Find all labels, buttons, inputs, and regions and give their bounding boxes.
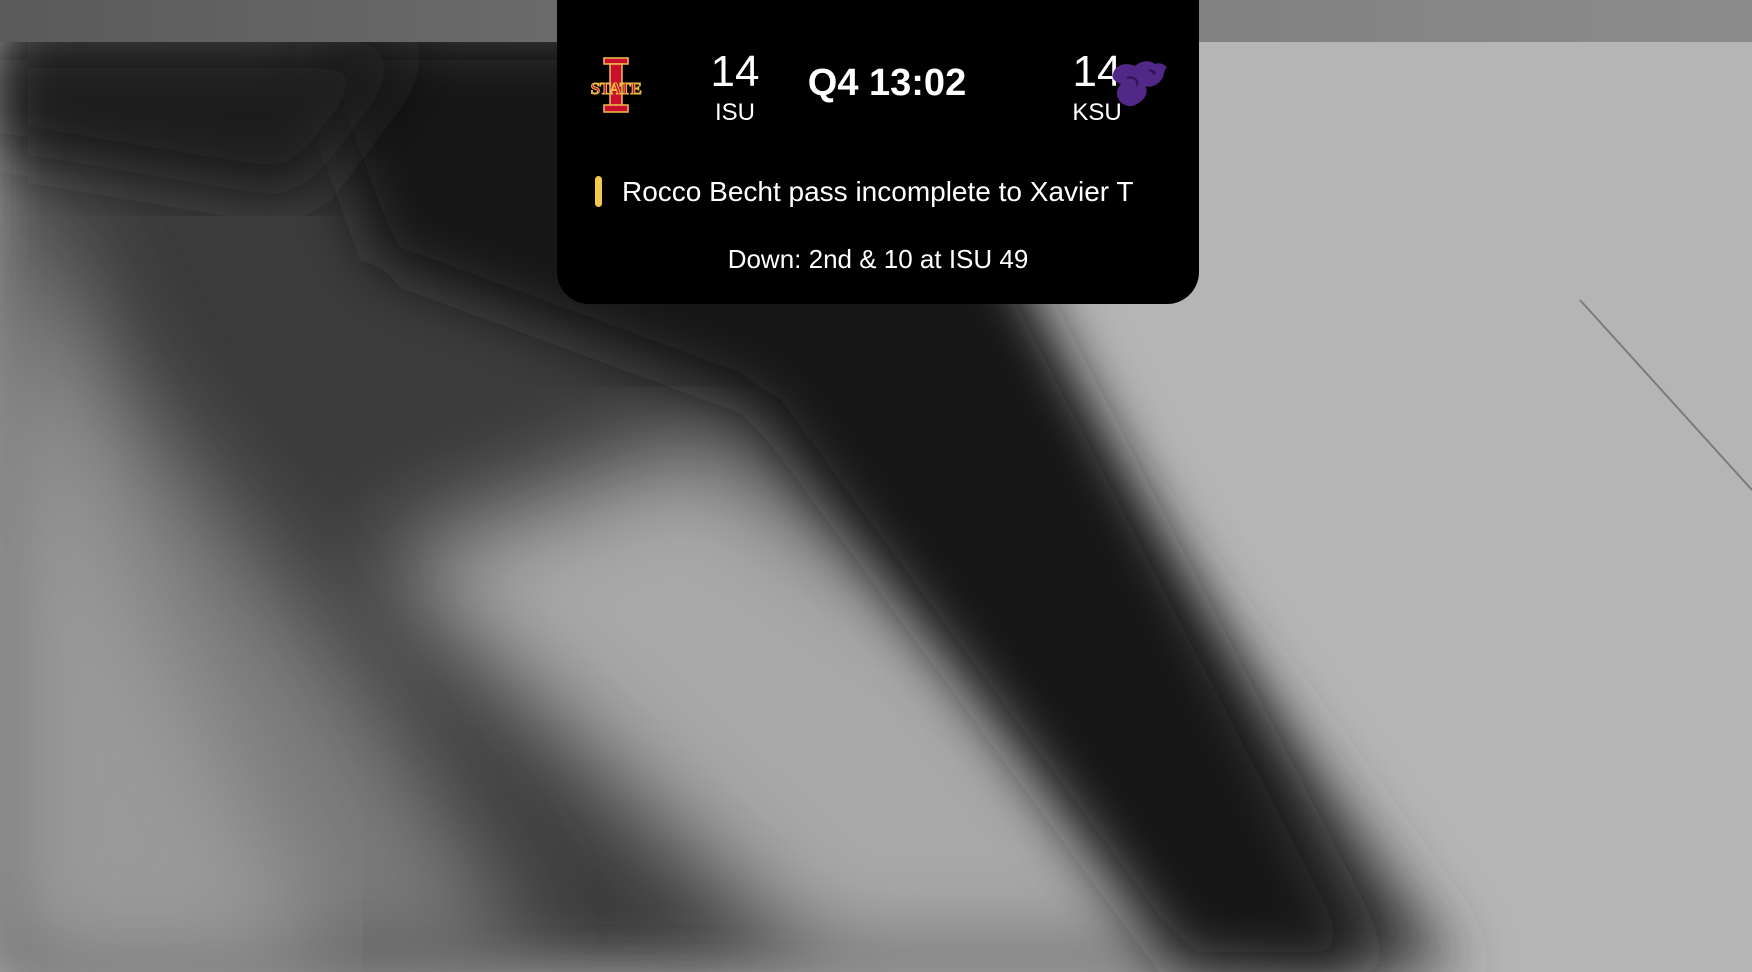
home-team-abbr: ISU xyxy=(714,99,755,126)
iowa-state-logo-icon: STATE xyxy=(590,57,643,113)
score-live-activity[interactable]: STATE 14 ISU Q4 13:02 14 KSU Rocco Becht… xyxy=(557,0,1199,304)
kansas-state-wildcat-logo-icon xyxy=(1112,61,1167,107)
game-clock: Q4 13:02 xyxy=(807,62,967,104)
play-indicator-bar xyxy=(595,176,602,207)
svg-text:STATE: STATE xyxy=(591,79,642,98)
down-and-distance: Down: 2nd & 10 at ISU 49 xyxy=(727,244,1029,274)
last-play-text: Rocco Becht pass incomplete to Xavier T xyxy=(622,176,1134,207)
home-score: 14 xyxy=(710,47,760,96)
desktop: STATE 14 ISU Q4 13:02 14 KSU Rocco Becht… xyxy=(0,0,1752,972)
